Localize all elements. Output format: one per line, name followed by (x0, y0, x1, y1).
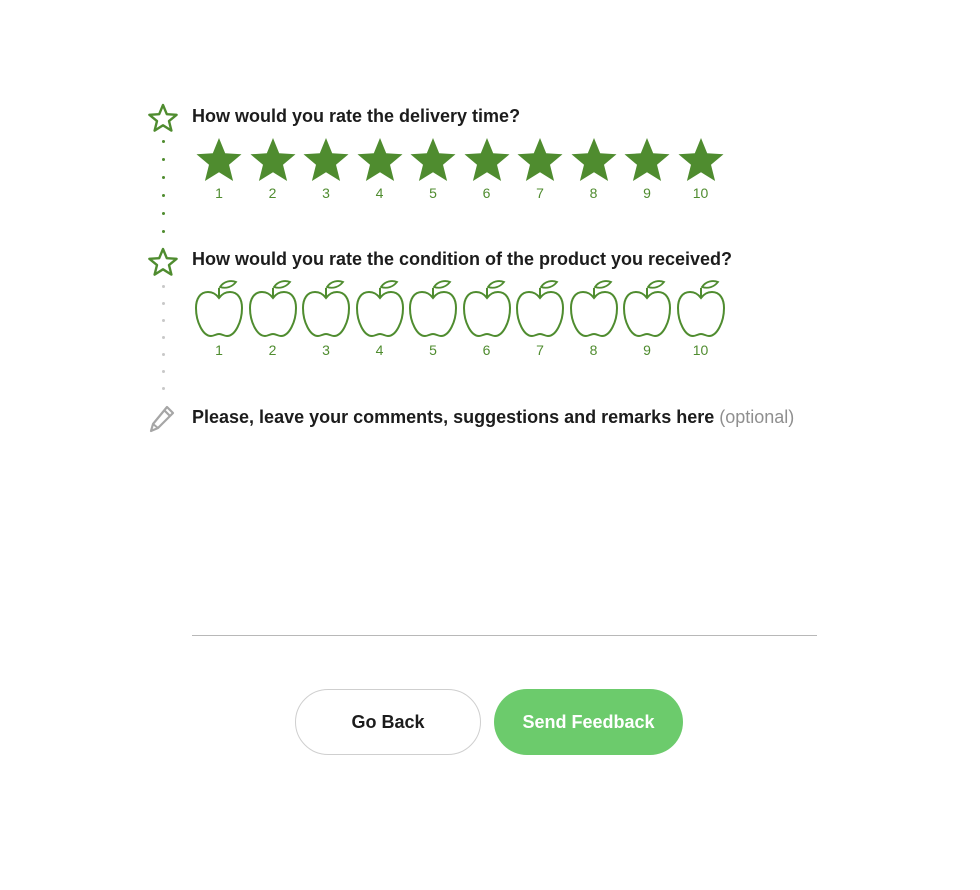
comments-title-text: Please, leave your comments, suggestions… (192, 407, 715, 427)
rating-option-9[interactable]: 9 (620, 280, 674, 358)
rating-option-10[interactable]: 10 (674, 280, 728, 358)
rating-option-1[interactable]: 1 (192, 137, 246, 207)
rating-number: 4 (375, 185, 384, 201)
rating-option-5[interactable]: 5 (406, 280, 460, 358)
rating-number: 5 (429, 185, 437, 201)
rating-option-9[interactable]: 9 (620, 137, 674, 207)
star-outline-icon (147, 103, 179, 138)
rating-option-8[interactable]: 8 (567, 137, 621, 207)
progress-dot (162, 285, 165, 288)
progress-dots-2 (162, 285, 165, 397)
rating-number: 2 (268, 185, 277, 201)
question-title-condition: How would you rate the condition of the … (192, 249, 733, 269)
condition-rating: 1 2 3 4 5 6 7 8 9 10 (192, 280, 752, 358)
progress-dot (162, 387, 165, 390)
rating-number: 10 (692, 342, 709, 358)
star-outline-icon (147, 247, 179, 282)
rating-number: 8 (589, 185, 598, 201)
rating-option-7[interactable]: 7 (513, 280, 567, 358)
rating-number: 6 (482, 342, 491, 358)
rating-number: 5 (429, 342, 437, 358)
comments-input[interactable] (192, 438, 817, 636)
rating-number: 1 (215, 342, 223, 358)
progress-dot (162, 336, 165, 339)
go-back-button[interactable]: Go Back (295, 689, 481, 755)
progress-dot (162, 212, 165, 215)
rating-number: 9 (643, 185, 651, 201)
rating-number: 9 (643, 342, 651, 358)
rating-number: 7 (536, 185, 544, 201)
progress-dots-1 (162, 140, 165, 240)
progress-dot (162, 319, 165, 322)
question-title-delivery: How would you rate the delivery time? (192, 106, 521, 126)
rating-number: 3 (322, 342, 330, 358)
rating-option-2[interactable]: 2 (246, 280, 300, 358)
rating-option-3[interactable]: 3 (299, 280, 353, 358)
rating-number: 10 (692, 185, 709, 201)
delivery-rating: 1 2 3 4 5 6 7 8 9 10 (192, 137, 752, 207)
rating-option-6[interactable]: 6 (460, 137, 514, 207)
comments-title: Please, leave your comments, suggestions… (192, 407, 794, 428)
rating-number: 4 (375, 342, 384, 358)
rating-number: 2 (268, 342, 277, 358)
rating-option-7[interactable]: 7 (513, 137, 567, 207)
rating-option-2[interactable]: 2 (246, 137, 300, 207)
rating-option-4[interactable]: 4 (353, 137, 407, 207)
rating-option-6[interactable]: 6 (460, 280, 514, 358)
progress-dot (162, 302, 165, 305)
rating-option-8[interactable]: 8 (567, 280, 621, 358)
rating-number: 6 (482, 185, 491, 201)
progress-dot (162, 140, 165, 143)
progress-dot (162, 176, 165, 179)
rating-number: 7 (536, 342, 544, 358)
progress-dot (162, 158, 165, 161)
progress-dot (162, 230, 165, 233)
pencil-icon (148, 404, 176, 439)
rating-option-4[interactable]: 4 (353, 280, 407, 358)
rating-number: 3 (322, 185, 330, 201)
progress-dot (162, 370, 165, 373)
rating-option-5[interactable]: 5 (406, 137, 460, 207)
optional-label: (optional) (719, 407, 795, 427)
rating-option-3[interactable]: 3 (299, 137, 353, 207)
rating-option-1[interactable]: 1 (192, 280, 246, 358)
rating-number: 8 (589, 342, 598, 358)
progress-dot (162, 194, 165, 197)
rating-option-10[interactable]: 10 (674, 137, 728, 207)
send-feedback-button[interactable]: Send Feedback (494, 689, 683, 755)
progress-dot (162, 353, 165, 356)
rating-number: 1 (215, 185, 223, 201)
